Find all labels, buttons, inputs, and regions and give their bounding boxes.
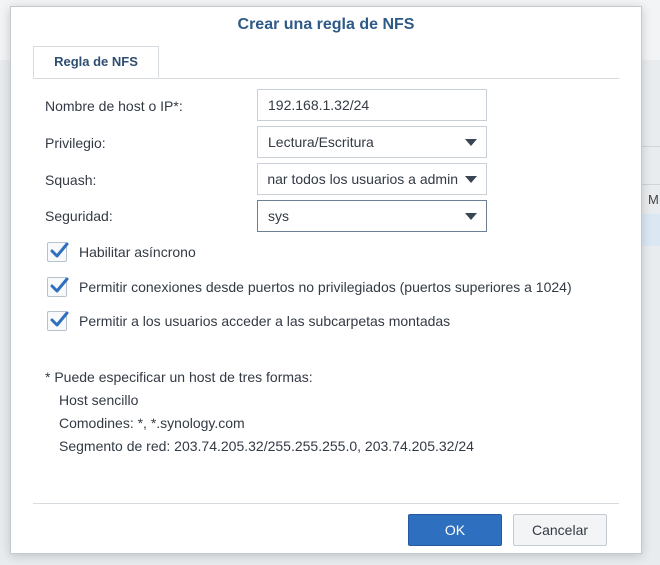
privilege-label: Privilegio: [45, 135, 106, 151]
chevron-down-icon [465, 139, 477, 146]
async-checkbox[interactable] [47, 242, 69, 262]
chevron-down-icon [465, 213, 477, 220]
footer-divider [33, 503, 619, 504]
mounted-subfolders-checkbox-label: Permitir a los usuarios acceder a las su… [79, 313, 451, 329]
dialog-title: Crear una regla de NFS [237, 16, 415, 33]
tab-nfs-rule[interactable]: Regla de NFS [33, 46, 159, 78]
async-checkbox-row[interactable]: Habilitar asíncrono [47, 241, 196, 263]
host-format-note-heading: * Puede especificar un host de tres form… [45, 369, 313, 385]
nonprivileged-ports-checkbox-row[interactable]: Permitir conexiones desde puertos no pri… [47, 276, 572, 298]
async-checkbox-label: Habilitar asíncrono [79, 244, 196, 260]
checkmark-icon [50, 242, 69, 258]
host-format-wildcards: Comodines: *, *.synology.com [59, 415, 245, 431]
cancel-button[interactable]: Cancelar [513, 514, 607, 546]
chevron-down-icon [465, 176, 477, 183]
ok-button[interactable]: OK [408, 514, 502, 546]
squash-label: Squash: [45, 172, 97, 188]
mounted-subfolders-checkbox[interactable] [47, 311, 69, 331]
mounted-subfolders-checkbox-row[interactable]: Permitir a los usuarios acceder a las su… [47, 310, 450, 332]
background-column-header: M [648, 192, 659, 207]
background-divider [640, 146, 660, 147]
host-format-single: Host sencillo [59, 392, 139, 408]
host-input[interactable] [257, 89, 487, 121]
checkmark-icon [50, 311, 69, 327]
background-divider [640, 184, 660, 185]
checkmark-icon [50, 277, 69, 293]
nonprivileged-ports-checkbox[interactable] [47, 277, 69, 297]
squash-select[interactable]: Asignar todos los usuarios a admin [257, 163, 487, 195]
privilege-select[interactable]: Lectura/Escritura [257, 126, 487, 158]
security-label: Seguridad: [45, 208, 113, 224]
security-value: sys [268, 208, 289, 224]
host-format-network-segment: Segmento de red: 203.74.205.32/255.255.2… [59, 438, 474, 454]
security-select[interactable]: sys [257, 200, 487, 232]
nfs-rule-dialog: Crear una regla de NFS Regla de NFS Nomb… [10, 6, 642, 554]
background-selected-row [640, 214, 660, 246]
host-label: Nombre de host o IP*: [45, 98, 183, 114]
privilege-value: Lectura/Escritura [268, 134, 374, 150]
nonprivileged-ports-checkbox-label: Permitir conexiones desde puertos no pri… [79, 279, 572, 295]
tab-bar: Regla de NFS [33, 44, 619, 79]
squash-value: Asignar todos los usuarios a admin [268, 171, 458, 187]
